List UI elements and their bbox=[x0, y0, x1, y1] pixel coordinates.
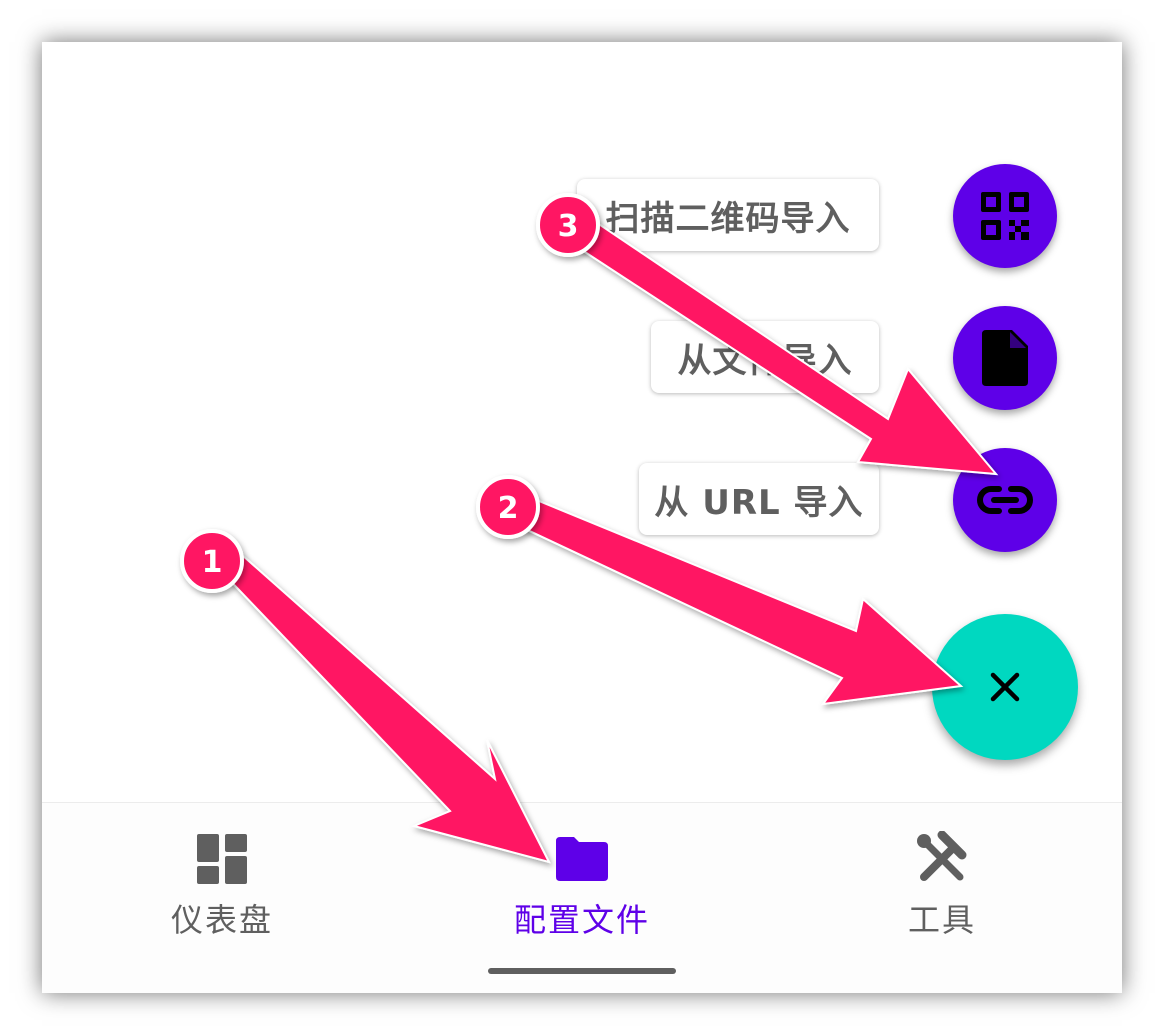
close-fab-menu-button[interactable] bbox=[932, 614, 1078, 760]
nav-item-profiles[interactable]: 配置文件 bbox=[462, 803, 702, 953]
nav-label-profiles: 配置文件 bbox=[513, 901, 650, 939]
home-indicator bbox=[488, 968, 676, 974]
import-from-file-label[interactable]: 从文件导入 bbox=[651, 321, 879, 393]
nav-item-tools[interactable]: 工具 bbox=[822, 803, 1062, 953]
nav-label-dashboard: 仪表盘 bbox=[170, 901, 273, 939]
import-from-url-text: 从 URL 导入 bbox=[654, 482, 864, 523]
scan-qr-import-label[interactable]: 扫描二维码导入 bbox=[577, 179, 879, 251]
app-screen: 扫描二维码导入 从文件导入 从 URL 导入 仪表盘 配置文件 工具 bbox=[42, 42, 1122, 993]
scan-qr-import-text: 扫描二维码导入 bbox=[605, 198, 851, 239]
import-from-file-button[interactable] bbox=[953, 306, 1057, 410]
import-from-url-button[interactable] bbox=[953, 448, 1057, 552]
nav-label-tools: 工具 bbox=[907, 901, 976, 939]
close-icon bbox=[990, 672, 1020, 702]
link-icon bbox=[977, 486, 1033, 514]
tools-icon bbox=[917, 831, 967, 881]
import-from-file-text: 从文件导入 bbox=[677, 340, 853, 381]
import-from-url-label[interactable]: 从 URL 导入 bbox=[639, 463, 879, 535]
bottom-navigation-bar: 仪表盘 配置文件 工具 bbox=[42, 802, 1122, 993]
file-icon bbox=[982, 330, 1028, 386]
nav-item-dashboard[interactable]: 仪表盘 bbox=[102, 803, 342, 953]
qr-code-icon bbox=[981, 192, 1029, 240]
scan-qr-import-button[interactable] bbox=[953, 164, 1057, 268]
folder-icon bbox=[556, 837, 608, 881]
dashboard-icon bbox=[197, 834, 247, 884]
